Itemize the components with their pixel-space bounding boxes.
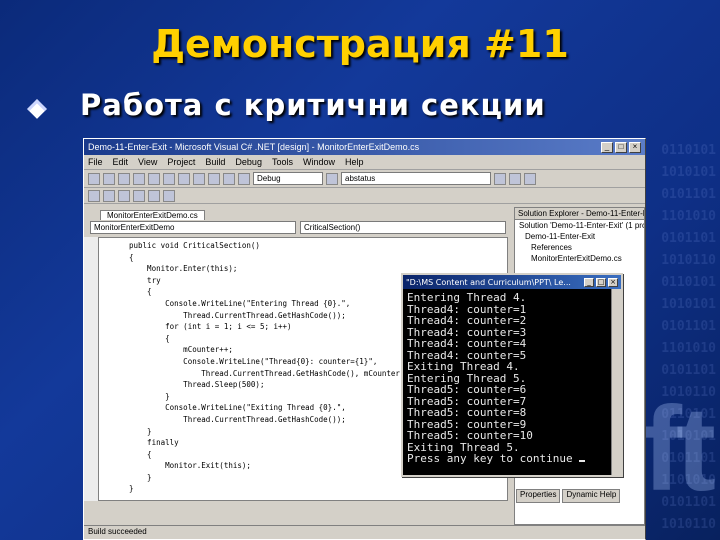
tab-dynamic-help[interactable]: Dynamic Help: [562, 489, 621, 503]
toolbox-icon[interactable]: [524, 172, 536, 185]
maximize-icon[interactable]: □: [615, 141, 627, 153]
find-combo[interactable]: abstatus: [341, 172, 491, 185]
code-line: }: [129, 484, 134, 494]
outdent-icon[interactable]: [103, 189, 115, 202]
new-project-icon[interactable]: [88, 172, 100, 185]
next-bookmark-icon[interactable]: [163, 189, 175, 202]
console-minimize-icon[interactable]: _: [584, 277, 594, 287]
menu-view[interactable]: View: [138, 157, 157, 167]
slide-title: Демонстрация #11: [151, 22, 569, 66]
document-tabs: MonitorEnterExitDemo.cs: [84, 207, 512, 220]
open-icon[interactable]: [118, 172, 130, 185]
tab-monitor-enter-exit-demo[interactable]: MonitorEnterExitDemo.cs: [100, 210, 205, 220]
ide-title: Demo-11-Enter-Exit - Microsoft Visual C#…: [88, 142, 420, 152]
save-icon[interactable]: [133, 172, 145, 185]
standard-toolbar: Debug abstatus: [84, 170, 645, 188]
console-title: "D:\MS Content and Curriculum\PPT\ Le...: [406, 277, 571, 287]
code-line: public void CriticalSection(): [129, 241, 260, 250]
console-close-icon[interactable]: ×: [608, 277, 618, 287]
source-file-node[interactable]: MonitorEnterExitDemo.cs: [515, 253, 644, 264]
menu-debug[interactable]: Debug: [235, 157, 262, 167]
text-editor-toolbar: [84, 188, 645, 204]
console-maximize-icon[interactable]: □: [596, 277, 606, 287]
bookmark-icon[interactable]: [148, 189, 160, 202]
editor-gutter: [84, 237, 98, 501]
tab-properties[interactable]: Properties: [516, 489, 561, 503]
uncomment-icon[interactable]: [133, 189, 145, 202]
redo-icon[interactable]: [223, 172, 235, 185]
class-select[interactable]: MonitorEnterExitDemo: [90, 221, 296, 234]
console-line: Thread5: counter=8: [407, 406, 527, 419]
solution-config-select[interactable]: Debug: [253, 172, 323, 185]
console-output: Entering Thread 4. Thread4: counter=1 Thre…: [403, 289, 621, 468]
references-node[interactable]: References: [515, 242, 644, 253]
minimize-icon[interactable]: _: [601, 141, 613, 153]
console-cursor: [579, 460, 586, 462]
properties-icon[interactable]: [509, 172, 521, 185]
bullet-diamond-icon: [27, 99, 47, 119]
find-icon[interactable]: [326, 172, 338, 185]
start-debug-icon[interactable]: [238, 172, 250, 185]
code-line: {: [129, 252, 134, 262]
ide-titlebar: Demo-11-Enter-Exit - Microsoft Visual C#…: [84, 139, 645, 155]
menu-window[interactable]: Window: [303, 157, 335, 167]
console-titlebar: "D:\MS Content and Curriculum\PPT\ Le...…: [403, 275, 621, 289]
solution-explorer-icon[interactable]: [494, 172, 506, 185]
menu-bar: File Edit View Project Build Debug Tools…: [84, 155, 645, 170]
menu-tools[interactable]: Tools: [272, 157, 293, 167]
panel-tabs: Properties Dynamic Help: [514, 489, 645, 503]
solution-node[interactable]: Solution 'Demo-11-Enter-Exit' (1 project…: [515, 220, 644, 231]
menu-help[interactable]: Help: [345, 157, 364, 167]
comment-icon[interactable]: [118, 189, 130, 202]
console-line: Thread5: counter=6: [407, 383, 527, 396]
console-line: Entering Thread 4.: [407, 291, 527, 304]
add-item-icon[interactable]: [103, 172, 115, 185]
method-select[interactable]: CriticalSection(): [300, 221, 506, 234]
console-line: Exiting Thread 4.: [407, 360, 520, 373]
menu-edit[interactable]: Edit: [113, 157, 129, 167]
close-icon[interactable]: ×: [629, 141, 641, 153]
menu-build[interactable]: Build: [205, 157, 225, 167]
console-window: "D:\MS Content and Curriculum\PPT\ Le...…: [401, 273, 623, 477]
indent-icon[interactable]: [88, 189, 100, 202]
copy-icon[interactable]: [178, 172, 190, 185]
project-node[interactable]: Demo-11-Enter-Exit: [515, 231, 644, 242]
menu-file[interactable]: File: [88, 157, 103, 167]
solution-explorer-header: Solution Explorer - Demo-11-Enter-Exit: [515, 208, 644, 220]
menu-project[interactable]: Project: [167, 157, 195, 167]
cut-icon[interactable]: [163, 172, 175, 185]
status-bar: Build succeeded: [84, 525, 645, 539]
save-all-icon[interactable]: [148, 172, 160, 185]
console-line: Thread4: counter=4: [407, 337, 527, 350]
undo-icon[interactable]: [208, 172, 220, 185]
console-line: Press any key to continue: [407, 453, 617, 465]
background-logo-fragment: ft: [642, 382, 716, 516]
paste-icon[interactable]: [193, 172, 205, 185]
console-line: Thread4: counter=2: [407, 314, 527, 327]
console-line: Thread5: counter=10: [407, 429, 533, 442]
navigation-bar: MonitorEnterExitDemo CriticalSection(): [84, 220, 512, 235]
bullet-text: Работа с критични секции: [80, 88, 546, 122]
console-scrollbar[interactable]: [611, 289, 621, 475]
